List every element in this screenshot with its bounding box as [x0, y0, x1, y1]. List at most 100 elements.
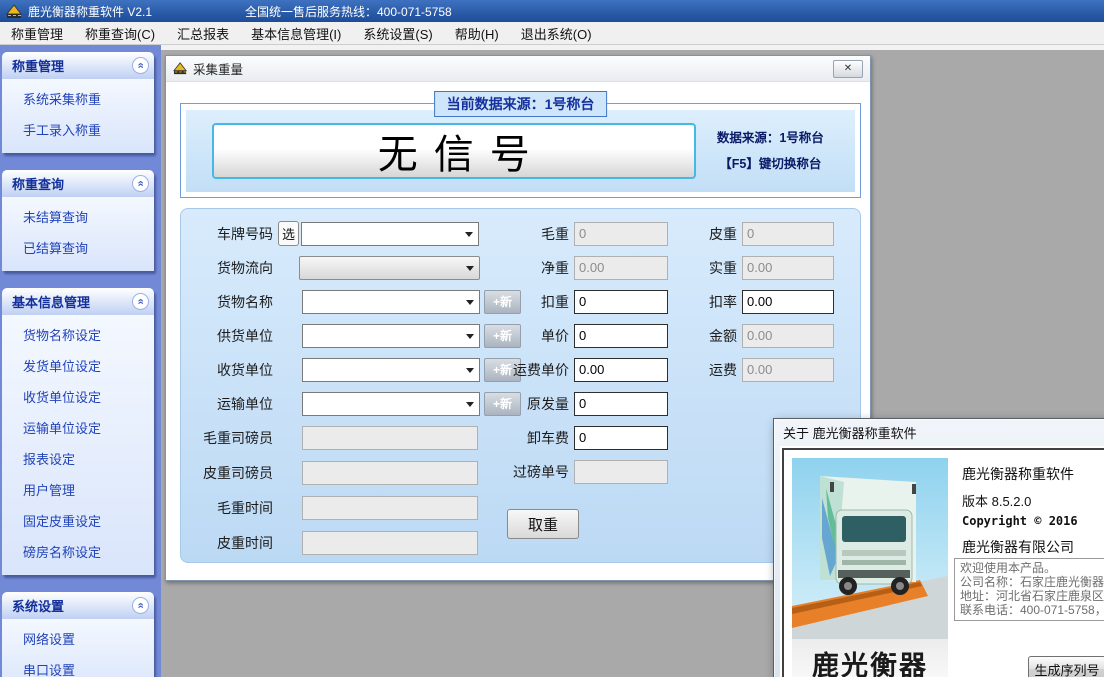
field-row-tare-operator: 皮重司磅员: [189, 460, 478, 485]
plate-number-label: 车牌号码: [189, 224, 273, 244]
mdi-workspace: 采集重量 ✕ 当前数据来源：1号称台 无信号 数据来源：1号称台 【F5】键切换…: [161, 45, 1104, 677]
close-icon[interactable]: ✕: [833, 60, 863, 78]
plate-select-button[interactable]: 选: [278, 221, 299, 246]
generate-serial-button[interactable]: 生成序列号: [1028, 656, 1104, 677]
collapse-icon[interactable]: «: [132, 175, 149, 192]
receiver-combobox[interactable]: [302, 358, 480, 382]
tare-operator-label: 皮重司磅员: [189, 463, 273, 483]
sidebar-section-weighing-manage: 称重管理 « 系统采集称重 手工录入称重: [2, 52, 154, 153]
goods-flow-combobox[interactable]: [299, 256, 480, 280]
menu-weighing-manage[interactable]: 称重管理: [0, 22, 74, 45]
deduct-weight-label: 扣重: [481, 292, 569, 312]
menu-exit[interactable]: 退出系统(O): [510, 22, 603, 45]
gross-time-field: [302, 496, 478, 520]
chevron-down-icon: [466, 368, 474, 373]
menu-weighing-query[interactable]: 称重查询(C): [74, 22, 166, 45]
about-version: 版本 8.5.2.0: [962, 491, 1031, 510]
chevron-down-icon: [466, 402, 474, 407]
truck-scale-photo: 鹿光衡器: [792, 458, 948, 677]
chevron-down-icon: [466, 266, 474, 271]
plate-number-combobox[interactable]: [301, 222, 479, 246]
section-header[interactable]: 基本信息管理 «: [2, 288, 154, 315]
amount-field: [742, 324, 834, 348]
sidebar-item-settled-query[interactable]: 已结算查询: [2, 232, 154, 263]
tare-operator-field: [302, 461, 478, 485]
menu-summary-report[interactable]: 汇总报表: [166, 22, 240, 45]
field-row-gross-time: 毛重时间: [189, 495, 478, 520]
gross-weight-label: 毛重: [481, 224, 569, 244]
field-row-plate-number: 车牌号码 选: [189, 221, 479, 246]
window-logo-icon: [173, 62, 188, 75]
sidebar-item-receiver-setting[interactable]: 收货单位设定: [2, 381, 154, 412]
section-title: 称重管理: [12, 56, 64, 75]
sidebar-item-serial-port-settings[interactable]: 串口设置: [2, 654, 154, 677]
original-quantity-label: 原发量: [481, 394, 569, 414]
chevron-down-icon: [466, 300, 474, 305]
sidebar-item-shipper-setting[interactable]: 发货单位设定: [2, 350, 154, 381]
field-row-ticket-number: 过磅单号: [481, 459, 668, 484]
receiver-label: 收货单位: [189, 360, 273, 380]
about-info-box: 欢迎使用本产品。 公司名称：石家庄鹿光衡器有限公司。 地址：河北省石家庄鹿泉区石…: [954, 558, 1104, 621]
source-info: 数据来源：1号称台 【F5】键切换称台: [696, 125, 845, 178]
section-title: 称重查询: [12, 174, 64, 193]
sidebar-item-scale-house-setting[interactable]: 磅房名称设定: [2, 536, 154, 567]
menu-help[interactable]: 帮助(H): [444, 22, 510, 45]
unload-fee-field[interactable]: [574, 426, 668, 450]
sidebar-section-system-settings: 系统设置 « 网络设置 串口设置: [2, 592, 154, 677]
section-header[interactable]: 称重管理 «: [2, 52, 154, 79]
gross-operator-field: [302, 426, 478, 450]
about-dialog-titlebar[interactable]: 关于 鹿光衡器称重软件: [774, 419, 1104, 446]
sidebar-item-manual-entry-weighing[interactable]: 手工录入称重: [2, 114, 154, 145]
tare-time-label: 皮重时间: [189, 533, 273, 553]
field-row-gross-weight: 毛重: [481, 221, 668, 246]
actual-weight-field: [742, 256, 834, 280]
sidebar-item-system-capture-weighing[interactable]: 系统采集称重: [2, 83, 154, 114]
sidebar-item-report-setting[interactable]: 报表设定: [2, 443, 154, 474]
collapse-icon[interactable]: «: [132, 597, 149, 614]
field-row-original-quantity: 原发量: [481, 391, 668, 416]
sidebar-section-weighing-query: 称重查询 « 未结算查询 已结算查询: [2, 170, 154, 271]
ticket-number-label: 过磅单号: [481, 462, 569, 482]
field-row-goods-name: 货物名称 +新: [189, 289, 521, 314]
f5-switch-hint: 【F5】键切换称台: [696, 151, 845, 177]
weight-readout: 无信号: [212, 123, 696, 179]
tare-time-field: [302, 531, 478, 555]
goods-name-combobox[interactable]: [302, 290, 480, 314]
goods-name-label: 货物名称: [189, 292, 273, 312]
field-row-tare-time: 皮重时间: [189, 530, 478, 555]
sidebar-item-unsettled-query[interactable]: 未结算查询: [2, 201, 154, 232]
about-dialog: 关于 鹿光衡器称重软件 ✕: [773, 418, 1104, 677]
tare-weight-field: [742, 222, 834, 246]
menu-system-settings[interactable]: 系统设置(S): [352, 22, 443, 45]
app-titlebar: 鹿光衡器称重软件 V2.1 全国统一售后服务热线：400-071-5758: [0, 0, 1104, 22]
field-row-amount: 金额: [653, 323, 834, 348]
deduct-rate-label: 扣率: [653, 292, 737, 312]
collapse-icon[interactable]: «: [132, 57, 149, 74]
transporter-combobox[interactable]: [302, 392, 480, 416]
section-header[interactable]: 称重查询 «: [2, 170, 154, 197]
field-row-tare-weight: 皮重: [653, 221, 834, 246]
actual-weight-label: 实重: [653, 258, 737, 278]
app-logo-icon: [6, 4, 23, 19]
unload-fee-label: 卸车费: [481, 428, 569, 448]
deduct-rate-field[interactable]: [742, 290, 834, 314]
sidebar-item-user-management[interactable]: 用户管理: [2, 474, 154, 505]
field-row-deduct-rate: 扣率: [653, 289, 834, 314]
capture-window-titlebar[interactable]: 采集重量 ✕: [166, 56, 870, 82]
original-quantity-field[interactable]: [574, 392, 668, 416]
sidebar-item-fixed-tare-setting[interactable]: 固定皮重设定: [2, 505, 154, 536]
app-title: 鹿光衡器称重软件 V2.1: [28, 3, 152, 20]
field-row-actual-weight: 实重: [653, 255, 834, 280]
menu-basic-info[interactable]: 基本信息管理(I): [240, 22, 352, 45]
freight-unit-price-label: 运费单价: [481, 360, 569, 380]
field-row-freight-unit-price: 运费单价: [481, 357, 668, 382]
sidebar: 称重管理 « 系统采集称重 手工录入称重 称重查询 « 未结算查询 已结算查询 …: [0, 45, 161, 677]
collapse-icon[interactable]: «: [132, 293, 149, 310]
field-row-deduct-weight: 扣重: [481, 289, 668, 314]
section-header[interactable]: 系统设置 «: [2, 592, 154, 619]
sidebar-item-goods-name-setting[interactable]: 货物名称设定: [2, 319, 154, 350]
supplier-combobox[interactable]: [302, 324, 480, 348]
sidebar-item-network-settings[interactable]: 网络设置: [2, 623, 154, 654]
sidebar-item-transport-setting[interactable]: 运输单位设定: [2, 412, 154, 443]
take-weight-button[interactable]: 取重: [507, 509, 579, 539]
